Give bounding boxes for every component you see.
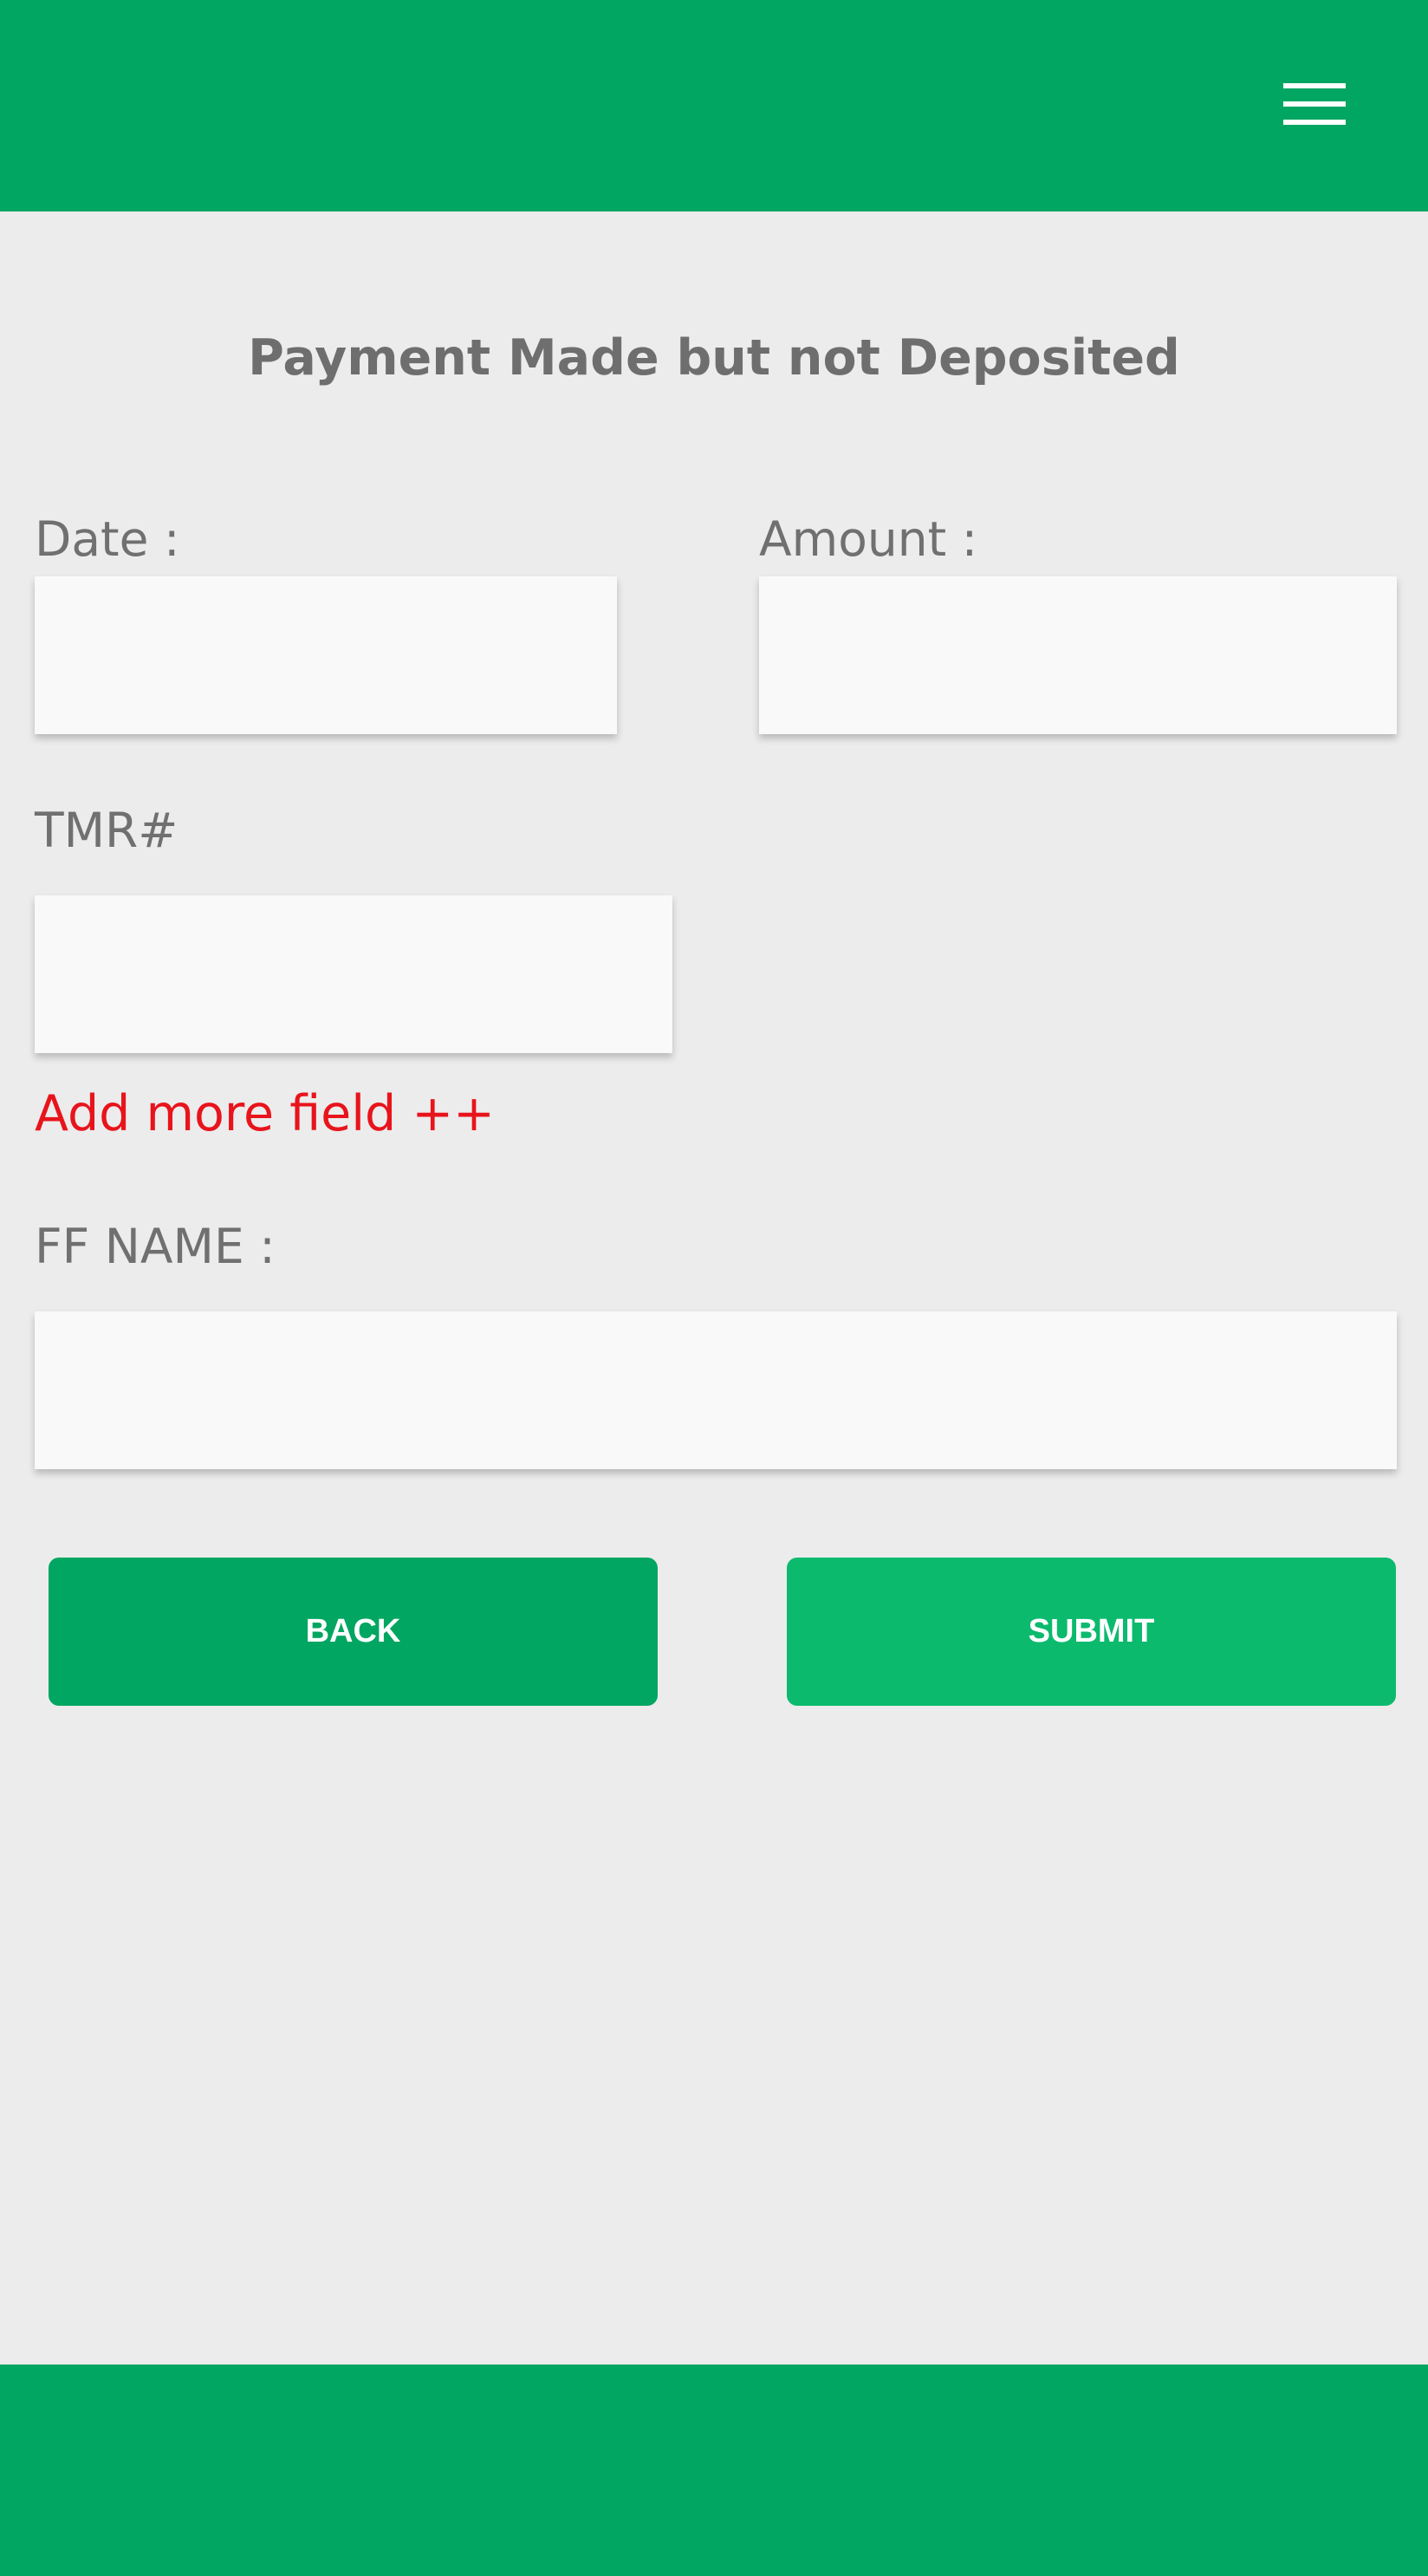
submit-button[interactable]: SUBMIT bbox=[787, 1558, 1396, 1706]
menu-bar-middle bbox=[1283, 101, 1346, 107]
page: Payment Made but not Deposited Date : Am… bbox=[0, 0, 1428, 2576]
back-button[interactable]: BACK bbox=[49, 1558, 658, 1706]
amount-field[interactable] bbox=[759, 576, 1397, 734]
add-more-field-link[interactable]: Add more field ++ bbox=[35, 1085, 495, 1142]
page-title: Payment Made but not Deposited bbox=[248, 329, 1180, 387]
date-field[interactable] bbox=[35, 576, 617, 734]
ff-name-field[interactable] bbox=[35, 1311, 1397, 1469]
amount-label: Amount : bbox=[759, 511, 978, 567]
tmr-label: TMR# bbox=[35, 803, 178, 858]
ff-name-label: FF NAME : bbox=[35, 1219, 276, 1274]
menu-bar-bottom bbox=[1283, 120, 1346, 125]
tmr-field[interactable] bbox=[35, 895, 672, 1053]
app-header bbox=[0, 0, 1428, 211]
app-footer bbox=[0, 2365, 1428, 2576]
menu-bar-top bbox=[1283, 83, 1346, 88]
date-label: Date : bbox=[35, 511, 180, 567]
hamburger-menu-icon[interactable] bbox=[1274, 69, 1353, 139]
